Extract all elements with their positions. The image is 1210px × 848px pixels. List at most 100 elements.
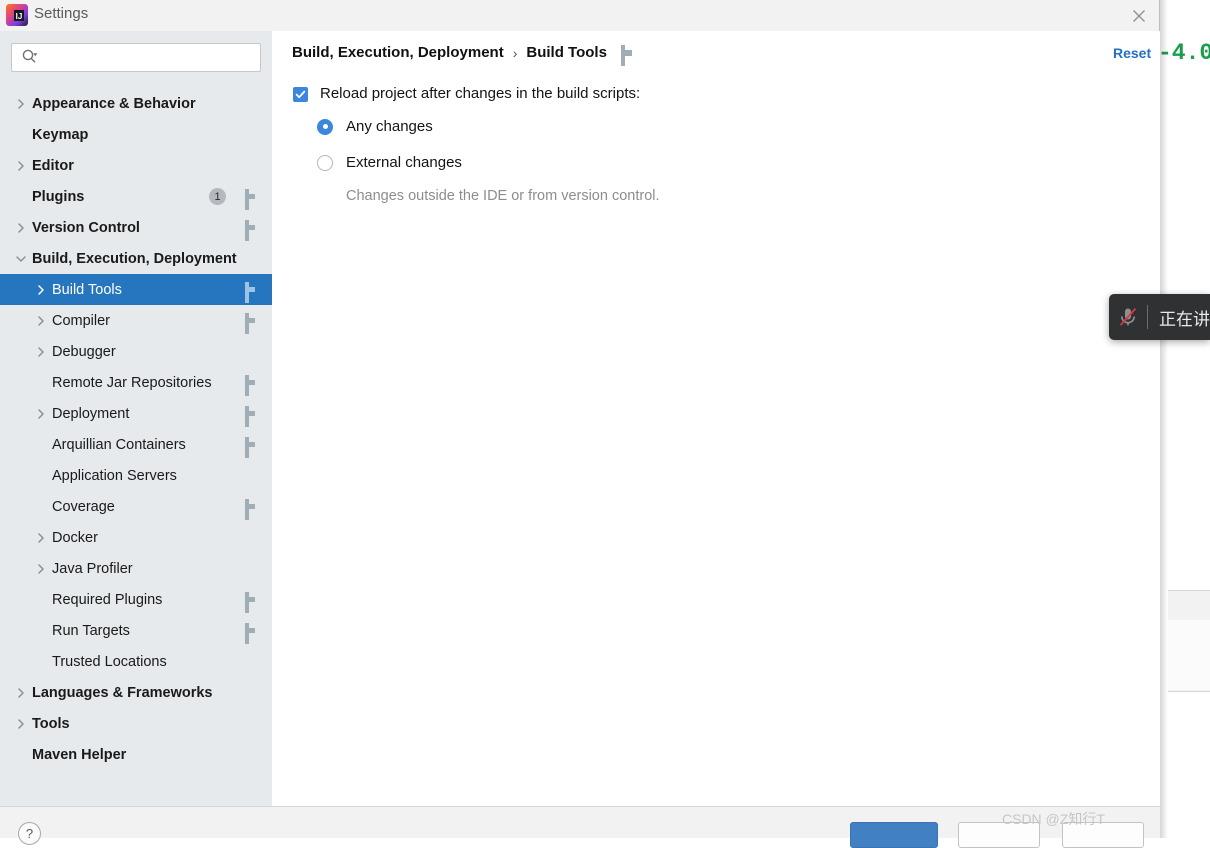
sidebar-item-badge: 1 (209, 188, 226, 205)
sidebar-item-label: Java Profiler (52, 560, 133, 577)
radio-any-changes[interactable]: Any changes (317, 118, 433, 135)
radio-any-changes-button[interactable] (317, 118, 333, 135)
meeting-mic-overlay[interactable]: 正在讲 (1109, 294, 1210, 340)
sidebar-item-label: Application Servers (52, 467, 177, 484)
chevron-right-icon[interactable] (14, 221, 28, 235)
chevron-right-icon[interactable] (34, 283, 48, 297)
sidebar-item-label: Docker (52, 529, 98, 546)
sidebar-item-appearance-behavior[interactable]: Appearance & Behavior (0, 88, 272, 119)
radio-external-changes-label: External changes (346, 154, 462, 171)
sidebar-item-label: Build, Execution, Deployment (32, 250, 237, 267)
sidebar-item-coverage[interactable]: Coverage (0, 491, 272, 522)
breadcrumb-separator: › (512, 44, 518, 61)
sidebar-item-build-execution-deployment[interactable]: Build, Execution, Deployment (0, 243, 272, 274)
sidebar-item-tools[interactable]: Tools (0, 708, 272, 739)
chevron-right-icon[interactable] (34, 407, 48, 421)
sidebar-item-docker[interactable]: Docker (0, 522, 272, 553)
search-input[interactable] (44, 44, 256, 71)
sidebar-item-label: Languages & Frameworks (32, 684, 213, 701)
settings-sync-icon[interactable] (245, 282, 258, 303)
search-box[interactable] (11, 43, 261, 72)
ok-button[interactable] (850, 822, 938, 848)
search-container (0, 31, 272, 72)
sidebar-item-label: Maven Helper (32, 746, 127, 763)
sidebar-item-keymap[interactable]: Keymap (0, 119, 272, 150)
sidebar-item-label: Coverage (52, 498, 115, 515)
sidebar-item-required-plugins[interactable]: Required Plugins (0, 584, 272, 615)
settings-sync-icon[interactable] (245, 592, 258, 613)
radio-external-changes[interactable]: External changes (317, 154, 462, 171)
chevron-right-icon[interactable] (34, 531, 48, 545)
sidebar-item-maven-helper[interactable]: Maven Helper (0, 739, 272, 770)
external-changes-hint: Changes outside the IDE or from version … (346, 188, 660, 204)
overlay-status-text: 正在讲 (1159, 309, 1210, 329)
settings-tree: Appearance & Behavior Keymap Editor Plugins… (0, 88, 272, 770)
settings-sync-icon[interactable] (245, 437, 258, 458)
sidebar-item-label: Debugger (52, 343, 116, 360)
chevron-right-icon[interactable] (14, 686, 28, 700)
sidebar-item-label: Keymap (32, 126, 89, 143)
radio-any-changes-label: Any changes (346, 118, 433, 135)
settings-sync-icon[interactable] (620, 44, 635, 66)
settings-sync-icon[interactable] (245, 375, 258, 396)
close-icon[interactable] (1122, 3, 1156, 29)
settings-content-pane: Build, Execution, Deployment › Build Too… (272, 31, 1160, 806)
settings-sync-icon[interactable] (245, 499, 258, 520)
sidebar-item-label: Deployment (52, 405, 130, 422)
chevron-right-icon[interactable] (14, 159, 28, 173)
sidebar-item-version-control[interactable]: Version Control (0, 212, 272, 243)
sidebar-item-label: Editor (32, 157, 74, 174)
svg-text:IJ: IJ (16, 12, 23, 21)
sidebar-item-run-targets[interactable]: Run Targets (0, 615, 272, 646)
background-right-panel-lower (1168, 620, 1210, 690)
search-icon (21, 48, 39, 71)
sidebar-item-remote-jar-repositories[interactable]: Remote Jar Repositories (0, 367, 272, 398)
checkmark-icon (295, 90, 306, 99)
reset-button[interactable]: Reset (1113, 45, 1151, 61)
chevron-right-icon[interactable] (14, 717, 28, 731)
sidebar-item-deployment[interactable]: Deployment (0, 398, 272, 429)
chevron-right-icon[interactable] (34, 314, 48, 328)
dialog-title: Settings (34, 5, 89, 22)
settings-sync-icon[interactable] (245, 220, 258, 241)
sidebar-item-label: Run Targets (52, 622, 130, 639)
reload-project-checkbox[interactable] (293, 87, 308, 102)
chevron-right-icon[interactable] (34, 562, 48, 576)
reload-project-checkbox-row[interactable]: Reload project after changes in the buil… (293, 85, 640, 102)
settings-sync-icon[interactable] (245, 189, 258, 210)
sidebar-item-editor[interactable]: Editor (0, 150, 272, 181)
settings-dialog: IJ Settings Appearance & Behavior Keymap… (0, 0, 1160, 848)
radio-external-changes-button[interactable] (317, 154, 333, 171)
csdn-watermark: CSDN @Z知行T (1002, 811, 1105, 827)
breadcrumb-root[interactable]: Build, Execution, Deployment (292, 44, 504, 61)
sidebar-item-debugger[interactable]: Debugger (0, 336, 272, 367)
microphone-muted-icon[interactable] (1109, 305, 1147, 329)
breadcrumb-leaf: Build Tools (526, 44, 607, 61)
sidebar-item-java-profiler[interactable]: Java Profiler (0, 553, 272, 584)
sidebar-item-label: Remote Jar Repositories (52, 374, 212, 391)
settings-sync-icon[interactable] (245, 406, 258, 427)
sidebar-item-label: Compiler (52, 312, 111, 329)
sidebar-item-compiler[interactable]: Compiler (0, 305, 272, 336)
sidebar-item-build-tools[interactable]: Build Tools (0, 274, 272, 305)
settings-sync-icon[interactable] (245, 313, 258, 334)
sidebar-item-label: Required Plugins (52, 591, 163, 608)
chevron-right-icon[interactable] (14, 97, 28, 111)
settings-sync-icon[interactable] (245, 623, 258, 644)
sidebar-item-label: Plugins (32, 188, 85, 205)
intellij-idea-logo-icon: IJ (6, 4, 28, 26)
reload-project-checkbox-label: Reload project after changes in the buil… (320, 85, 641, 102)
help-button[interactable]: ? (18, 822, 41, 845)
sidebar-item-label: Arquillian Containers (52, 436, 186, 453)
sidebar-item-label: Trusted Locations (52, 653, 167, 670)
sidebar-item-label: Version Control (32, 219, 140, 236)
dialog-drop-shadow (1160, 0, 1168, 838)
chevron-right-icon[interactable] (34, 345, 48, 359)
sidebar-item-label: Appearance & Behavior (32, 95, 196, 112)
sidebar-item-arquillian-containers[interactable]: Arquillian Containers (0, 429, 272, 460)
chevron-down-icon[interactable] (14, 252, 28, 266)
sidebar-item-trusted-locations[interactable]: Trusted Locations (0, 646, 272, 677)
sidebar-item-languages-frameworks[interactable]: Languages & Frameworks (0, 677, 272, 708)
sidebar-item-application-servers[interactable]: Application Servers (0, 460, 272, 491)
sidebar-item-plugins[interactable]: Plugins 1 (0, 181, 272, 212)
